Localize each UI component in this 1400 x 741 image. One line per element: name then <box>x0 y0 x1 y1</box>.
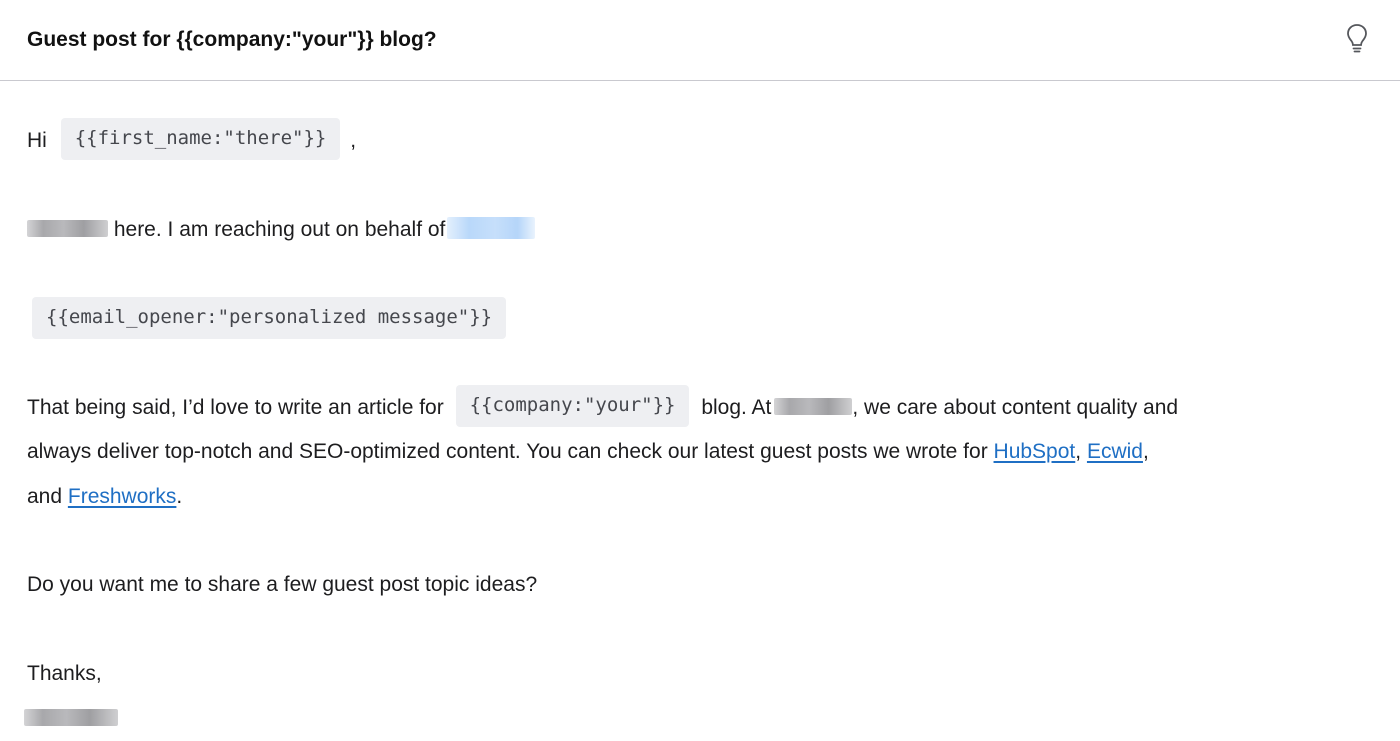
signature-line <box>24 696 118 741</box>
hubspot-link[interactable]: HubSpot <box>994 440 1076 463</box>
para1-text-c: , we care about content quality and <box>852 396 1179 419</box>
separator-1: , <box>1075 440 1087 463</box>
separator-2: , <box>1142 440 1149 463</box>
email-opener-variable[interactable]: {{email_opener:"personalized message"}} <box>32 297 507 340</box>
greeting-suffix: , <box>350 129 357 152</box>
email-header: Guest post for {{company:"your"}} blog? <box>0 0 1400 81</box>
greeting-line: Hi {{first_name:"there"}} , <box>27 118 356 163</box>
freshworks-link[interactable]: Freshworks <box>68 485 177 508</box>
greeting-prefix: Hi <box>27 129 47 152</box>
para2-text: always deliver top-notch and SEO-optimiz… <box>27 440 994 463</box>
para3-text-a: and <box>27 485 68 508</box>
closing-line: Thanks, <box>27 651 102 696</box>
question-text: Do you want me to share a few guest post… <box>27 573 538 596</box>
redacted-company-link[interactable] <box>447 217 536 240</box>
intro-line: here. I am reaching out on behalf of <box>27 207 536 252</box>
paragraph-line-3: and Freshworks. <box>27 474 182 519</box>
closing-text: Thanks, <box>27 662 102 685</box>
redacted-company-name <box>774 397 853 415</box>
para3-text-b: . <box>176 485 183 508</box>
ecwid-link[interactable]: Ecwid <box>1087 440 1143 463</box>
first-name-variable[interactable]: {{first_name:"there"}} <box>60 118 341 161</box>
opener-line: {{email_opener:"personalized message"}} <box>32 297 507 342</box>
company-variable[interactable]: {{company:"your"}} <box>455 385 690 428</box>
redacted-sender-name <box>27 219 108 237</box>
para1-text-b: blog. At <box>701 396 772 419</box>
para1-text-a: That being said, I’d love to write an ar… <box>27 396 444 419</box>
question-line: Do you want me to share a few guest post… <box>27 562 537 607</box>
paragraph-line-2: always deliver top-notch and SEO-optimiz… <box>27 429 1149 474</box>
email-subject: Guest post for {{company:"your"}} blog? <box>27 28 437 51</box>
paragraph-line-1: That being said, I’d love to write an ar… <box>27 385 1178 430</box>
lightbulb-icon[interactable] <box>1344 22 1370 54</box>
redacted-signature <box>24 708 118 726</box>
intro-text: here. I am reaching out on behalf of <box>108 218 446 241</box>
